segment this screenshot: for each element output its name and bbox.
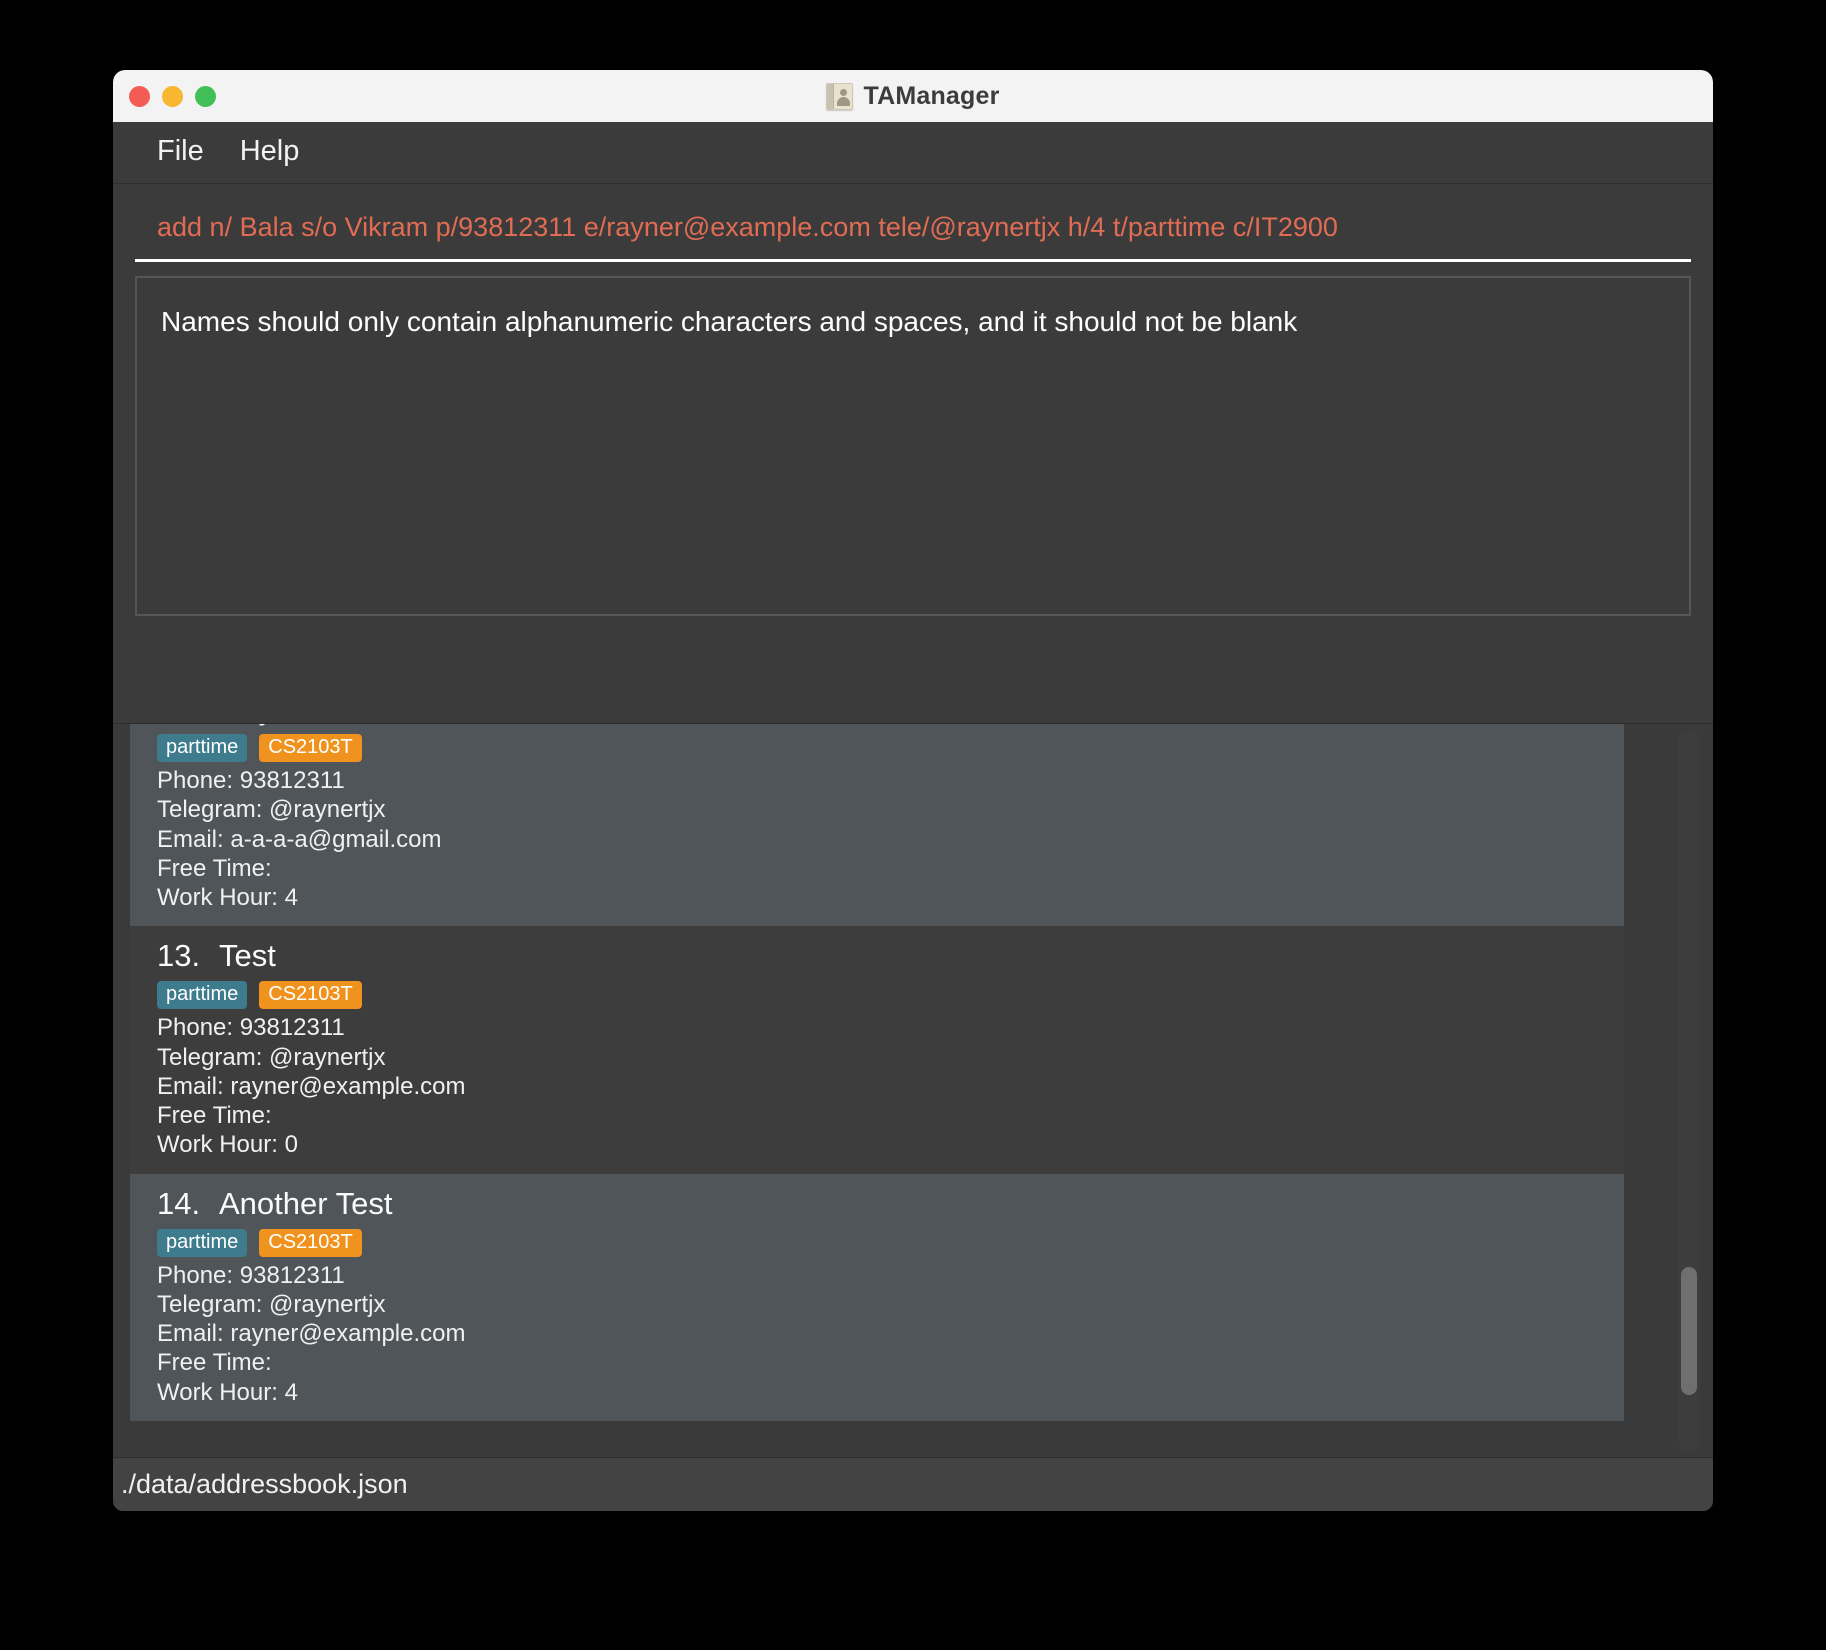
- person-work-hour-value: 4: [284, 1378, 298, 1406]
- address-book-icon: [826, 82, 854, 110]
- status-bar: ./data/addressbook.json: [113, 1457, 1713, 1511]
- person-list-panel: 12. Rayner Toh parttime CS2103T Phone: 93812…: [113, 723, 1713, 1457]
- person-email-label: Email:: [157, 825, 224, 853]
- person-telegram-label: Telegram:: [157, 1043, 263, 1071]
- result-pane: Names should only contain alphanumeric c…: [113, 262, 1713, 634]
- tag-course: CS2103T: [259, 1228, 362, 1257]
- person-phone: Phone: 93812311: [157, 766, 1624, 795]
- app-window: TAManager File Help add n/ Bala s/o Vikr…: [113, 70, 1713, 1511]
- menu-item-file[interactable]: File: [139, 131, 222, 174]
- person-work-hour-value: 0: [284, 1131, 298, 1159]
- person-header: 14. Another Test: [157, 1186, 1624, 1222]
- person-free-time-label: Free Time:: [157, 854, 272, 882]
- person-work-hour-label: Work Hour:: [157, 1131, 278, 1159]
- person-free-time: Free Time:: [157, 854, 1624, 883]
- person-work-hour: Work Hour: 4: [157, 883, 1624, 912]
- person-list: 12. Rayner Toh parttime CS2103T Phone: 93812…: [130, 724, 1677, 1421]
- person-telegram-value: @raynertjx: [269, 796, 386, 824]
- tag-employment-type: parttime: [157, 734, 248, 762]
- tag-course: CS2103T: [259, 981, 362, 1010]
- person-free-time: Free Time:: [157, 1348, 1624, 1377]
- person-free-time-label: Free Time:: [157, 1102, 272, 1130]
- person-tags: parttime CS2103T: [157, 734, 1624, 762]
- person-name: Another Test: [219, 1185, 393, 1221]
- command-pane: add n/ Bala s/o Vikram p/93812311 e/rayn…: [113, 184, 1713, 262]
- window-title-group: TAManager: [113, 70, 1713, 122]
- menu-bar: File Help: [113, 122, 1713, 184]
- person-free-time-label: Free Time:: [157, 1349, 272, 1377]
- person-email-value: a-a-a-a@gmail.com: [230, 825, 442, 853]
- command-input-value: add n/ Bala s/o Vikram p/93812311 e/rayn…: [157, 212, 1338, 242]
- person-work-hour: Work Hour: 0: [157, 1130, 1624, 1159]
- person-phone: Phone: 93812311: [157, 1013, 1624, 1042]
- tag-employment-type: parttime: [157, 981, 248, 1010]
- scrollbar-thumb[interactable]: [1681, 1267, 1697, 1395]
- person-phone-label: Phone:: [157, 767, 234, 794]
- maximize-window-button[interactable]: [195, 85, 216, 107]
- person-header: 12. Rayner Toh: [157, 724, 1624, 727]
- person-phone-label: Phone:: [157, 1014, 234, 1042]
- person-glyph: [836, 88, 851, 107]
- person-telegram: Telegram: @raynertjx: [157, 1043, 1624, 1072]
- person-work-hour-label: Work Hour:: [157, 1378, 278, 1406]
- command-input[interactable]: add n/ Bala s/o Vikram p/93812311 e/rayn…: [135, 196, 1691, 262]
- save-location-status: ./data/addressbook.json: [121, 1469, 408, 1499]
- person-email-label: Email:: [157, 1320, 224, 1348]
- person-name: Rayner Toh: [219, 724, 377, 727]
- person-telegram: Telegram: @raynertjx: [157, 1290, 1624, 1319]
- person-work-hour-value: 4: [284, 884, 298, 912]
- menu-item-help[interactable]: Help: [222, 131, 318, 174]
- result-display-box: Names should only contain alphanumeric c…: [135, 276, 1691, 616]
- person-email-value: rayner@example.com: [230, 1320, 466, 1348]
- person-phone-label: Phone:: [157, 1261, 234, 1289]
- person-card[interactable]: 14. Another Test parttime CS2103T Phone: 938…: [130, 1173, 1624, 1421]
- person-telegram-value: @raynertjx: [269, 1290, 386, 1318]
- person-index: 14.: [157, 1185, 201, 1221]
- person-header: 13. Test: [157, 938, 1624, 974]
- person-name: Test: [219, 938, 276, 974]
- person-telegram-label: Telegram:: [157, 796, 263, 824]
- person-email-label: Email:: [157, 1072, 224, 1100]
- person-free-time: Free Time:: [157, 1101, 1624, 1130]
- person-index: 12.: [157, 724, 207, 727]
- person-work-hour: Work Hour: 4: [157, 1378, 1624, 1407]
- window-controls: [129, 70, 216, 122]
- person-phone: Phone: 93812311: [157, 1261, 1624, 1290]
- window-titlebar: TAManager: [113, 70, 1713, 122]
- minimize-window-button[interactable]: [162, 85, 183, 107]
- person-tags: parttime CS2103T: [157, 981, 1624, 1010]
- person-list-scrollbar[interactable]: [1678, 730, 1700, 1451]
- person-email: Email: a-a-a-a@gmail.com: [157, 825, 1624, 854]
- close-window-button[interactable]: [129, 85, 150, 107]
- person-telegram: Telegram: @raynertjx: [157, 795, 1624, 824]
- person-tags: parttime CS2103T: [157, 1228, 1624, 1257]
- person-telegram-label: Telegram:: [157, 1290, 263, 1318]
- person-index: 13.: [157, 938, 201, 974]
- person-list-viewport[interactable]: 12. Rayner Toh parttime CS2103T Phone: 93812…: [130, 724, 1677, 1457]
- person-email: Email: rayner@example.com: [157, 1319, 1624, 1348]
- tag-employment-type: parttime: [157, 1228, 248, 1257]
- person-phone-value: 93812311: [239, 767, 345, 794]
- tag-course: CS2103T: [259, 734, 362, 762]
- result-message: Names should only contain alphanumeric c…: [161, 306, 1298, 337]
- person-card[interactable]: 12. Rayner Toh parttime CS2103T Phone: 93812…: [130, 724, 1624, 927]
- person-email: Email: rayner@example.com: [157, 1072, 1624, 1101]
- person-telegram-value: @raynertjx: [269, 1043, 386, 1071]
- person-card[interactable]: 13. Test parttime CS2103T Phone: 93812311 Tel…: [130, 926, 1624, 1174]
- window-title: TAManager: [863, 81, 1000, 110]
- person-phone-value: 93812311: [239, 1261, 345, 1289]
- person-work-hour-label: Work Hour:: [157, 884, 278, 912]
- person-phone-value: 93812311: [239, 1014, 345, 1042]
- person-email-value: rayner@example.com: [230, 1072, 466, 1100]
